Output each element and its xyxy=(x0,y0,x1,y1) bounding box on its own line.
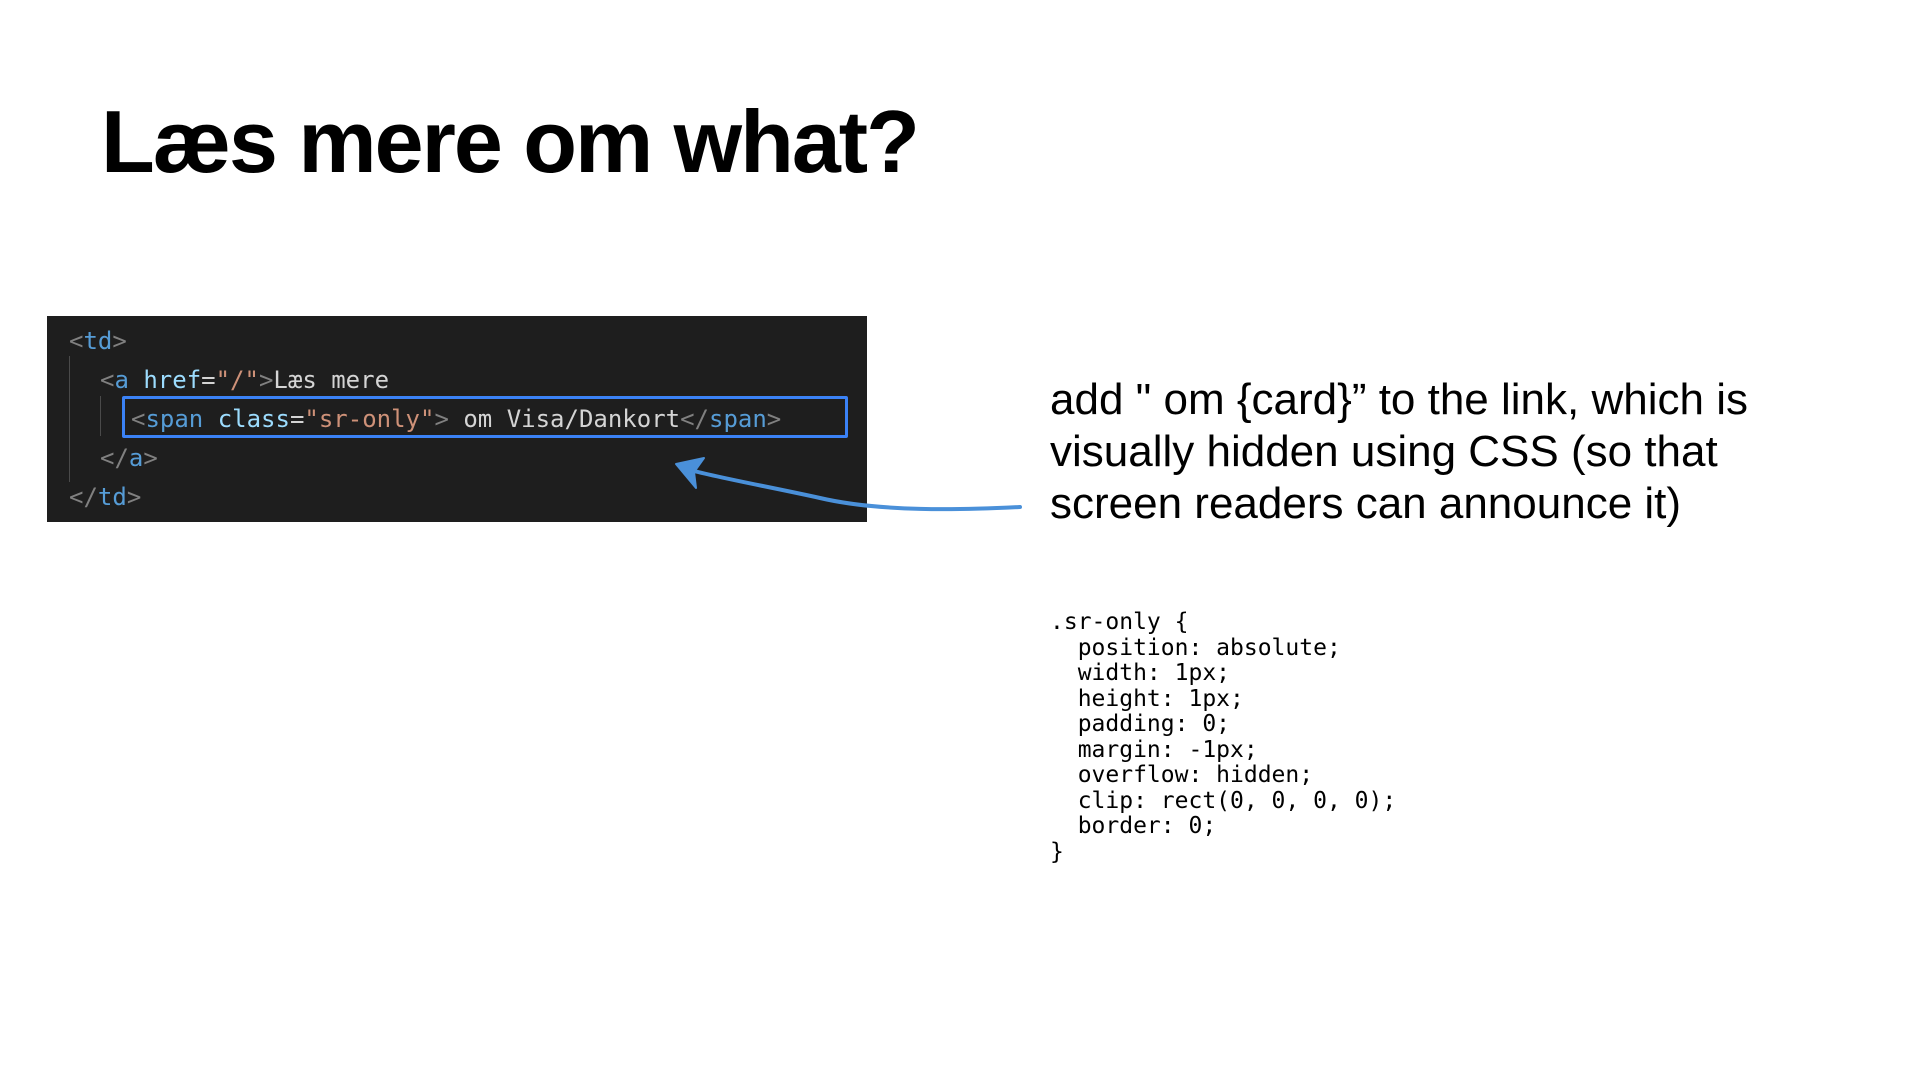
code-token-text: = xyxy=(201,366,216,394)
code-token-punct: < xyxy=(100,366,115,394)
code-token-punct: > xyxy=(258,366,274,394)
code-token-tag: td xyxy=(83,327,113,355)
code-token-punct: > xyxy=(112,327,127,355)
code-token-punct: </ xyxy=(100,444,129,472)
code-line-td-open: <td> xyxy=(69,326,127,356)
code-token-punct: < xyxy=(69,327,84,355)
code-token-tag: a xyxy=(114,366,129,394)
code-token-attr: href xyxy=(143,366,202,394)
code-token-punct: > xyxy=(126,483,142,511)
highlight-box xyxy=(122,396,848,438)
slide-title: Læs mere om what? xyxy=(101,92,920,191)
code-token-punct: </ xyxy=(69,483,98,511)
code-screenshot: <td> <a href="/">Læs mere <span class="s… xyxy=(47,316,867,522)
code-token-text: Læs mere xyxy=(273,366,390,394)
code-token-tag: a xyxy=(128,444,144,472)
code-line-link-open: <a href="/">Læs mere xyxy=(100,365,389,395)
code-token-tag: td xyxy=(97,483,127,511)
code-token-punct: > xyxy=(143,444,158,472)
indent-guide xyxy=(69,356,70,482)
explanation-text: add " om {card}” to the link, which is v… xyxy=(1050,375,1748,528)
code-token-str: "/" xyxy=(215,366,259,394)
code-line-td-close: </td> xyxy=(69,482,141,512)
indent-guide xyxy=(100,396,101,436)
css-code-snippet: .sr-only { position: absolute; width: 1p… xyxy=(1050,609,1397,865)
code-line-link-close: </a> xyxy=(100,443,158,473)
